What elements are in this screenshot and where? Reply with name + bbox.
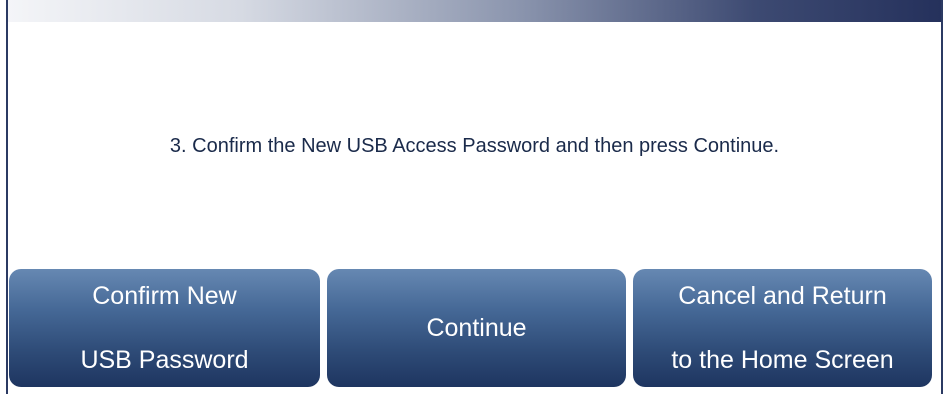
- cancel-button-label-line2: to the Home Screen: [671, 346, 894, 374]
- confirm-button-label-line1: Confirm New: [92, 282, 237, 310]
- title-bar: [8, 0, 941, 22]
- cancel-button-label-line1: Cancel and Return: [678, 282, 887, 310]
- confirm-new-usb-password-button[interactable]: Confirm New USB Password: [9, 269, 320, 387]
- continue-button-label: Continue: [426, 314, 527, 342]
- instruction-message: 3. Confirm the New USB Access Password a…: [169, 135, 780, 157]
- confirm-button-label-line2: USB Password: [80, 346, 249, 374]
- cancel-return-home-button[interactable]: Cancel and Return to the Home Screen: [633, 269, 932, 387]
- continue-button[interactable]: Continue: [327, 269, 626, 387]
- usb-password-screen: 3. Confirm the New USB Access Password a…: [0, 0, 949, 394]
- screen-frame-right: [941, 0, 943, 394]
- screen-frame-left: [6, 0, 8, 394]
